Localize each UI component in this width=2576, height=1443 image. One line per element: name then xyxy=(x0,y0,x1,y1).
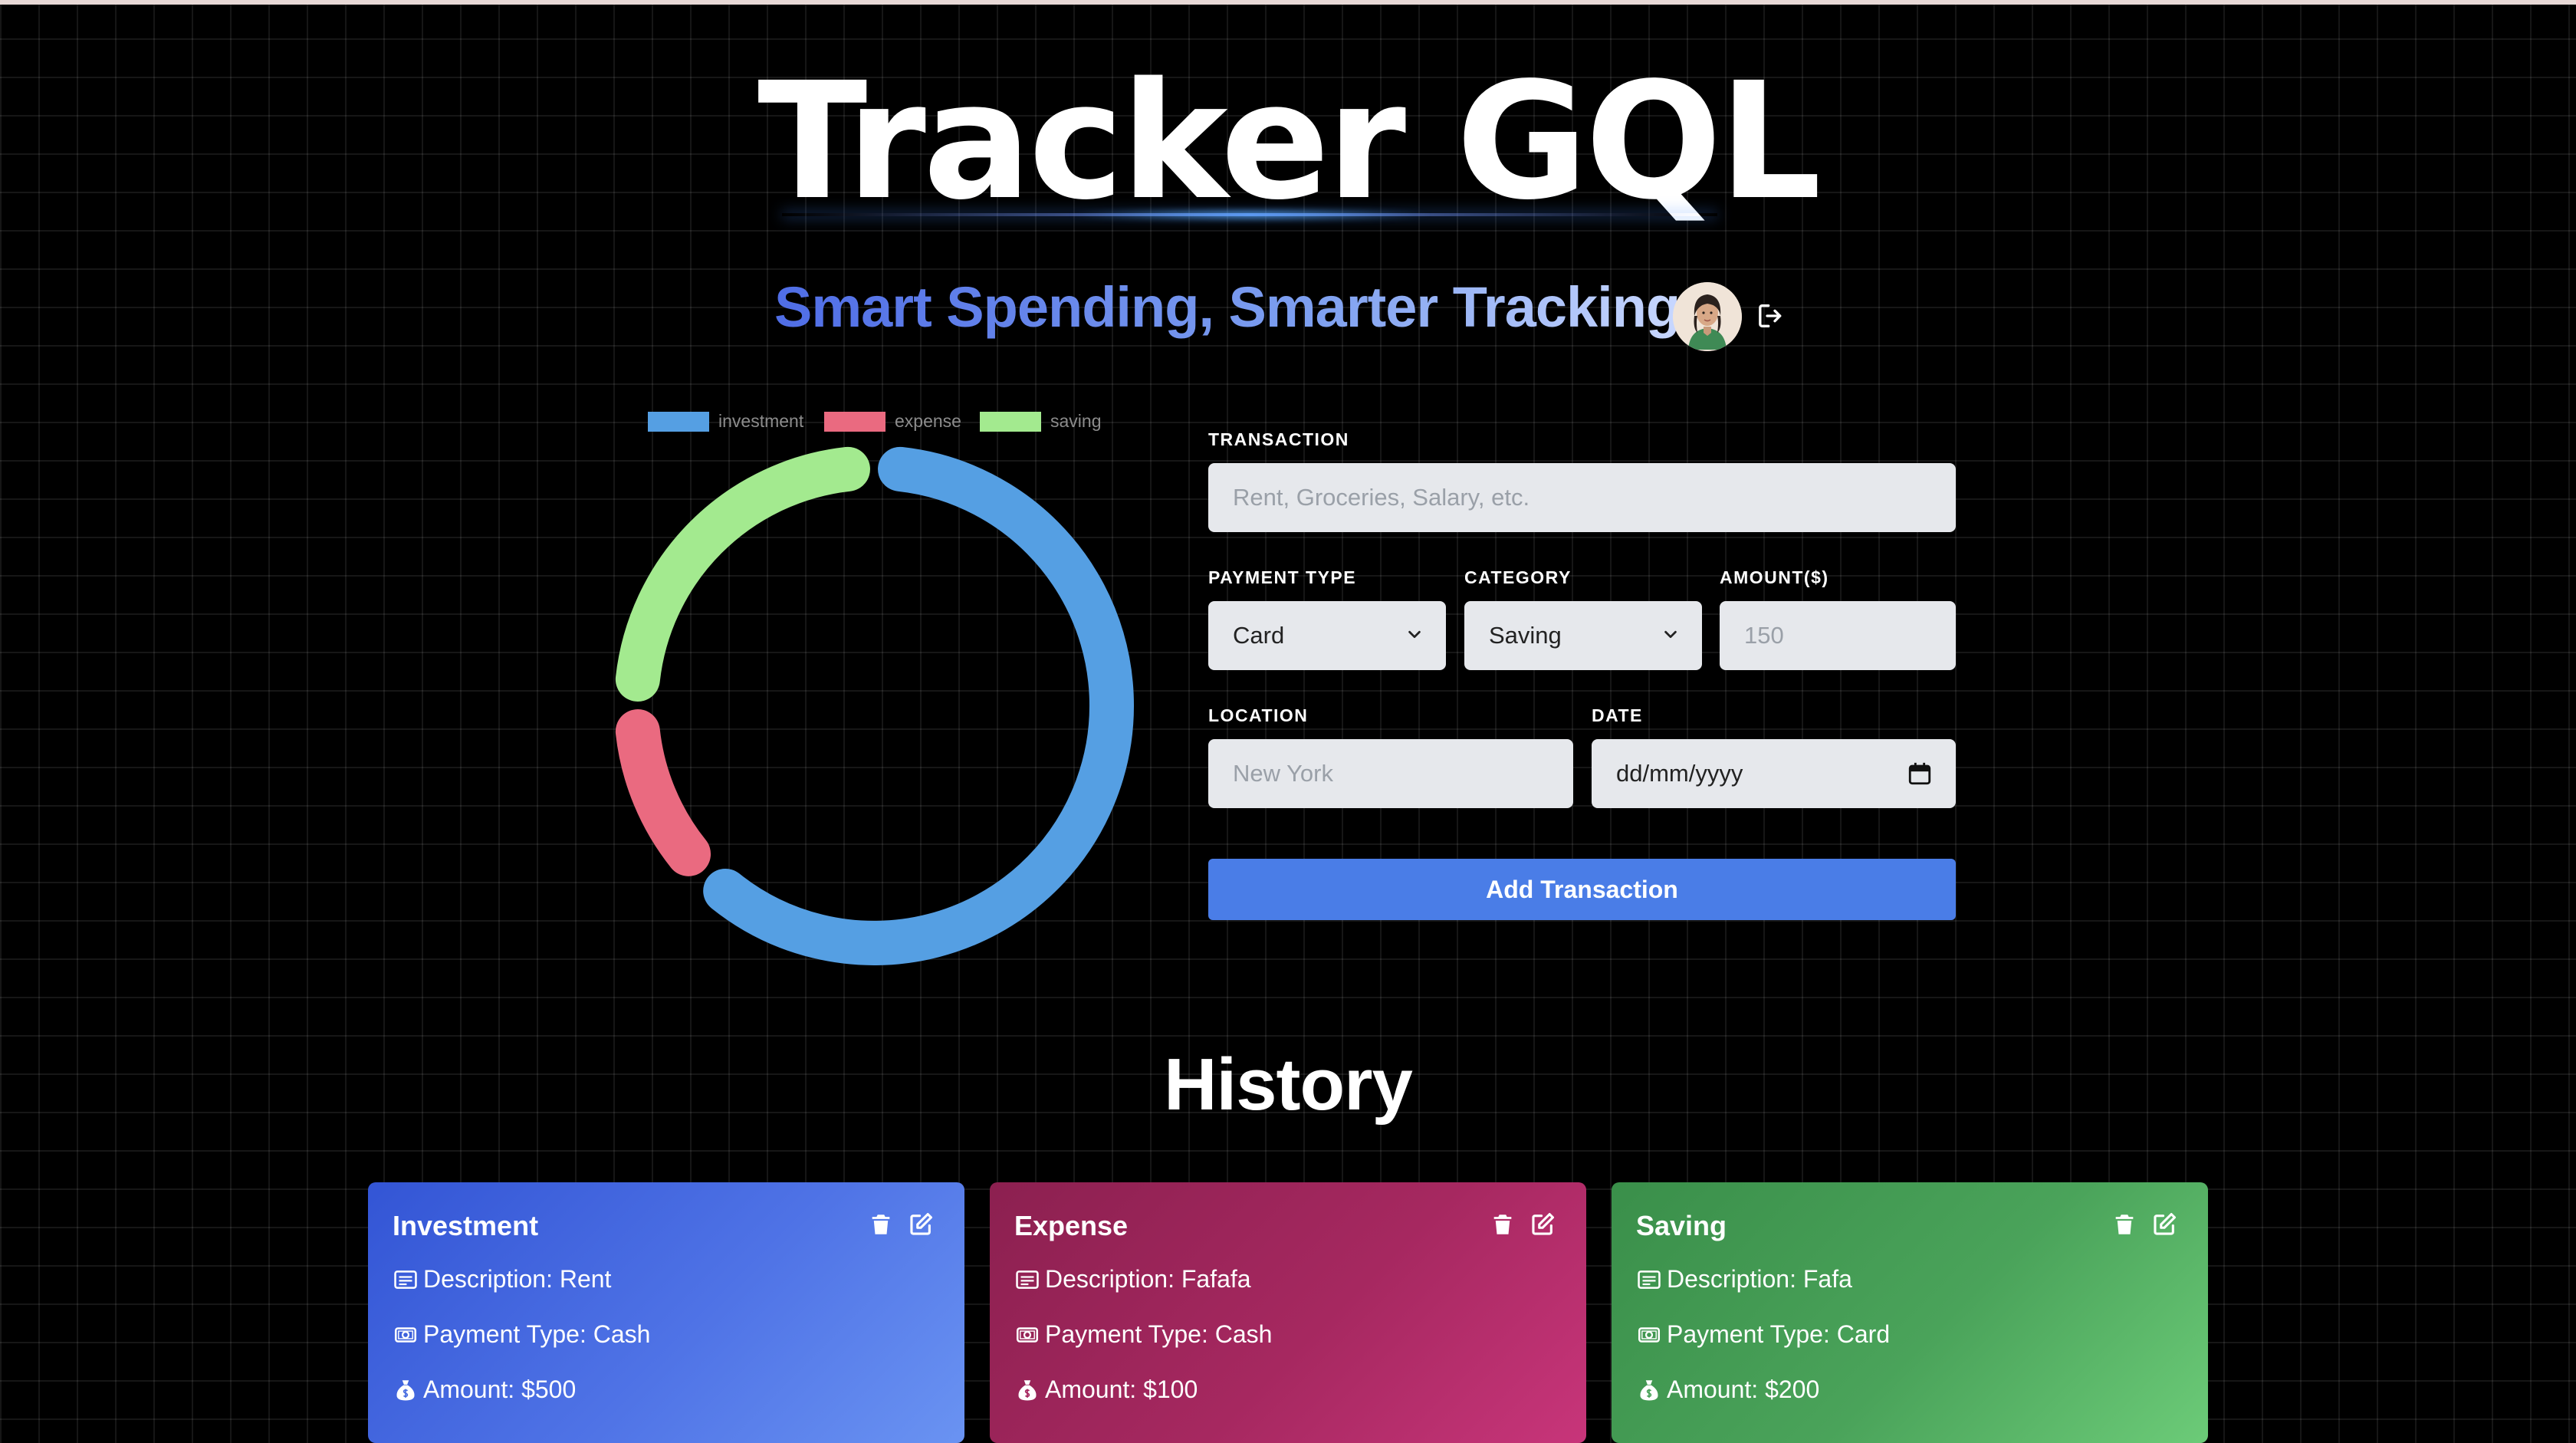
card-category: Expense xyxy=(1014,1210,1129,1241)
card-payment: Payment Type: Card xyxy=(1636,1320,1890,1349)
card-amount-text: Amount: $100 xyxy=(1045,1376,1198,1403)
payment-type-value: Card xyxy=(1233,622,1285,649)
money-bag-icon xyxy=(1018,1379,1037,1400)
calendar-icon[interactable] xyxy=(1907,761,1933,787)
card-category: Saving xyxy=(1636,1210,1727,1241)
history-card-expense: Expense Description: Fafafa Payment Type… xyxy=(990,1182,1586,1443)
amount-input[interactable]: 150 xyxy=(1720,601,1956,670)
card-payment-text: Payment Type: Card xyxy=(1667,1320,1891,1348)
description-icon xyxy=(394,1270,417,1289)
location-label: LOCATION xyxy=(1208,705,1309,725)
legend-label: investment xyxy=(718,411,804,431)
app-subtitle: Smart Spending, Smarter Tracking xyxy=(774,273,1681,342)
history-card-investment: Investment Description: Rent Payment Typ… xyxy=(368,1182,964,1443)
category-select[interactable]: Saving xyxy=(1464,601,1702,670)
trash-icon[interactable] xyxy=(1490,1211,1516,1238)
card-amount-text: Amount: $200 xyxy=(1667,1376,1820,1403)
card-payment: Payment Type: Cash xyxy=(393,1320,650,1349)
money-icon xyxy=(394,1326,417,1343)
transaction-placeholder: Rent, Groceries, Salary, etc. xyxy=(1233,484,1530,511)
chevron-down-icon xyxy=(1664,630,1677,639)
card-amount-text: Amount: $500 xyxy=(423,1376,577,1403)
payment-type-label: PAYMENT TYPE xyxy=(1208,567,1357,587)
trash-icon[interactable] xyxy=(2111,1211,2137,1238)
location-placeholder: New York xyxy=(1233,760,1333,787)
legend-swatch xyxy=(824,411,886,432)
edit-icon[interactable] xyxy=(1530,1211,1556,1238)
add-transaction-button[interactable]: Add Transaction xyxy=(1208,859,1956,920)
legend-label: expense xyxy=(895,411,961,431)
logout-icon[interactable] xyxy=(1756,301,1786,331)
top-border xyxy=(0,0,2576,5)
description-icon xyxy=(1638,1270,1661,1289)
title-glow-core xyxy=(1066,209,1434,221)
date-label: DATE xyxy=(1592,705,1643,725)
legend-item-expense[interactable]: expense xyxy=(824,411,961,432)
card-description: Description: Fafafa xyxy=(1014,1265,1251,1293)
money-bag-icon xyxy=(396,1379,415,1400)
date-input[interactable]: dd/mm/yyyy xyxy=(1592,739,1956,808)
donut-chart xyxy=(615,446,1134,965)
card-amount: Amount: $100 xyxy=(1014,1376,1198,1404)
card-description-text: Description: Rent xyxy=(423,1265,612,1293)
card-payment-text: Payment Type: Cash xyxy=(1045,1320,1273,1348)
card-description-text: Description: Fafa xyxy=(1667,1265,1852,1293)
legend-swatch xyxy=(648,411,709,432)
payment-type-select[interactable]: Card xyxy=(1208,601,1446,670)
card-description: Description: Fafa xyxy=(1636,1265,1852,1293)
amount-label: AMOUNT($) xyxy=(1720,567,1829,587)
user-avatar[interactable] xyxy=(1673,282,1742,351)
legend-item-saving[interactable]: saving xyxy=(980,411,1101,432)
history-card-saving: Saving Description: Fafa Payment Type: C… xyxy=(1612,1182,2208,1443)
history-title: History xyxy=(1164,1044,1413,1126)
card-category: Investment xyxy=(393,1210,539,1241)
app-title: Tracker GQL xyxy=(757,48,1822,235)
trash-icon[interactable] xyxy=(868,1211,894,1238)
category-value: Saving xyxy=(1489,622,1562,649)
donut-segment-investment[interactable] xyxy=(703,446,1134,965)
card-amount: Amount: $200 xyxy=(1636,1376,1819,1404)
legend-label: saving xyxy=(1050,411,1102,431)
money-bag-icon xyxy=(1640,1379,1658,1400)
donut-segment-saving[interactable] xyxy=(615,446,870,702)
money-icon xyxy=(1016,1326,1039,1343)
description-icon xyxy=(1016,1270,1039,1289)
card-description-text: Description: Fafafa xyxy=(1045,1265,1251,1293)
money-icon xyxy=(1638,1326,1661,1343)
transaction-label: TRANSACTION xyxy=(1208,429,1349,449)
date-placeholder: dd/mm/yyyy xyxy=(1616,760,1743,787)
card-payment-text: Payment Type: Cash xyxy=(423,1320,651,1348)
legend-item-investment[interactable]: investment xyxy=(648,411,803,432)
card-payment: Payment Type: Cash xyxy=(1014,1320,1272,1349)
location-input[interactable]: New York xyxy=(1208,739,1573,808)
card-description: Description: Rent xyxy=(393,1265,611,1293)
edit-icon[interactable] xyxy=(908,1211,934,1238)
card-amount: Amount: $500 xyxy=(393,1376,576,1404)
category-label: CATEGORY xyxy=(1464,567,1572,587)
transaction-input[interactable]: Rent, Groceries, Salary, etc. xyxy=(1208,463,1956,532)
edit-icon[interactable] xyxy=(2151,1211,2177,1238)
chevron-down-icon xyxy=(1408,630,1421,639)
amount-placeholder: 150 xyxy=(1744,622,1784,649)
legend-swatch xyxy=(980,411,1041,432)
donut-segment-expense[interactable] xyxy=(615,709,711,876)
